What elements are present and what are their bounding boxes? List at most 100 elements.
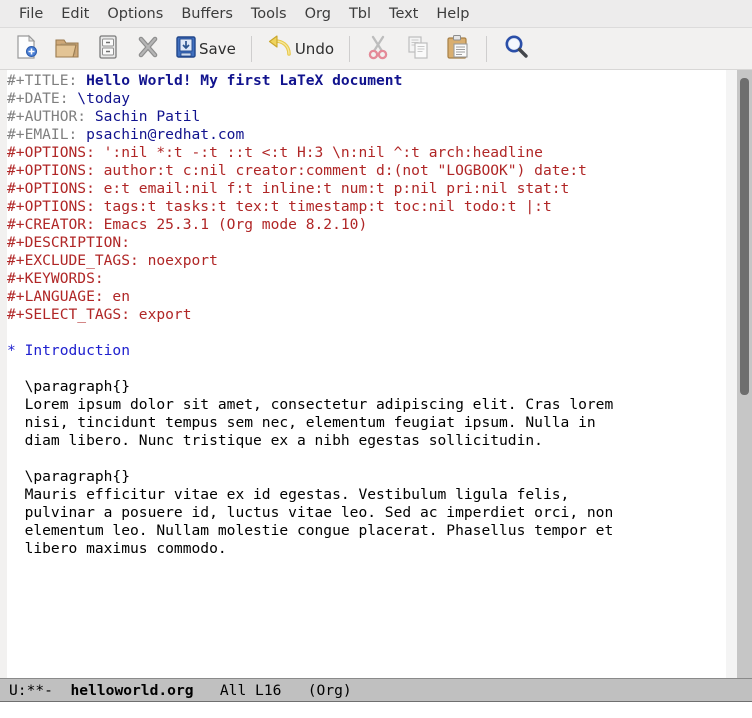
- close-button[interactable]: [128, 30, 168, 68]
- buffer-line: #+SELECT_TAGS: export: [7, 306, 726, 324]
- menu-tools[interactable]: Tools: [242, 4, 296, 24]
- buffer-line: [7, 360, 726, 378]
- undo-button[interactable]: Undo: [260, 30, 341, 68]
- buffer-text-span: diam libero. Nunc tristique ex a nibh eg…: [7, 432, 543, 449]
- menu-text[interactable]: Text: [380, 4, 427, 24]
- buffer-line: libero maximus commodo.: [7, 540, 726, 558]
- mode-line-major-mode[interactable]: (Org): [308, 682, 352, 699]
- buffer-line: #+LANGUAGE: en: [7, 288, 726, 306]
- menu-tbl[interactable]: Tbl: [340, 4, 380, 24]
- menu-help[interactable]: Help: [427, 4, 478, 24]
- text-area[interactable]: #+TITLE: Hello World! My first LaTeX doc…: [0, 70, 752, 678]
- echo-area[interactable]: [0, 702, 752, 718]
- buffer-text[interactable]: #+TITLE: Hello World! My first LaTeX doc…: [7, 70, 726, 678]
- buffer-text-span: nisi, tincidunt tempus sem nec, elementu…: [7, 414, 596, 431]
- buffer-line: #+OPTIONS: author:t c:nil creator:commen…: [7, 162, 726, 180]
- menu-bar: File Edit Options Buffers Tools Org Tbl …: [0, 0, 752, 28]
- buffer-text-span: #+AUTHOR:: [7, 108, 95, 125]
- file-cabinet-icon: [95, 33, 121, 65]
- buffer-text-span: #+OPTIONS: tags:t tasks:t tex:t timestam…: [7, 198, 552, 215]
- buffer-line: #+TITLE: Hello World! My first LaTeX doc…: [7, 72, 726, 90]
- left-fringe: [0, 70, 7, 678]
- mode-line-buffer-name[interactable]: helloworld.org: [71, 682, 194, 699]
- buffer-line: #+EXCLUDE_TAGS: noexport: [7, 252, 726, 270]
- mode-line-gap-1: [53, 682, 71, 699]
- menu-options[interactable]: Options: [98, 4, 172, 24]
- tool-bar: Save Undo: [0, 28, 752, 70]
- buffer-line: #+OPTIONS: ':nil *:t -:t ::t <:t H:3 \n:…: [7, 144, 726, 162]
- buffer-line: \paragraph{}: [7, 378, 726, 396]
- buffer-text-span: #+CREATOR: Emacs 25.3.1 (Org mode 8.2.10…: [7, 216, 367, 233]
- buffer-line: [7, 324, 726, 342]
- new-file-button[interactable]: [6, 30, 46, 68]
- toolbar-separator-1: [251, 36, 252, 62]
- buffer-text-span: Mauris efficitur vitae ex id egestas. Ve…: [7, 486, 569, 503]
- paste-button[interactable]: [438, 30, 478, 68]
- buffer-text-span: #+SELECT_TAGS: export: [7, 306, 192, 323]
- buffer-line: * Introduction: [7, 342, 726, 360]
- close-icon: [135, 33, 161, 65]
- buffer-text-span: \today: [77, 90, 130, 107]
- menu-edit[interactable]: Edit: [52, 4, 98, 24]
- buffer-text-span: #+DATE:: [7, 90, 77, 107]
- cut-scissors-icon: [365, 33, 391, 65]
- save-button-label: Save: [199, 40, 236, 58]
- search-icon: [502, 33, 530, 65]
- menu-file[interactable]: File: [10, 4, 52, 24]
- mode-line: U:**- helloworld.org All L16 (Org): [0, 678, 752, 702]
- undo-icon: [267, 35, 293, 63]
- undo-button-label: Undo: [295, 40, 334, 58]
- toolbar-separator-2: [349, 36, 350, 62]
- buffer-line: #+AUTHOR: Sachin Patil: [7, 108, 726, 126]
- scrollbar-thumb[interactable]: [740, 78, 749, 395]
- open-file-button[interactable]: [46, 30, 88, 68]
- emacs-window: File Edit Options Buffers Tools Org Tbl …: [0, 0, 752, 718]
- buffer-text-span: Hello World! My first LaTeX document: [86, 72, 402, 89]
- mode-line-gap-3: [281, 682, 307, 699]
- buffer-text-span: * Introduction: [7, 342, 130, 359]
- buffer-text-span: psachin@redhat.com: [86, 126, 244, 143]
- buffer-line: Mauris efficitur vitae ex id egestas. Ve…: [7, 486, 726, 504]
- buffer-line: elementum leo. Nullam molestie congue pl…: [7, 522, 726, 540]
- buffer-text-span: #+EMAIL:: [7, 126, 86, 143]
- cut-button[interactable]: [358, 30, 398, 68]
- menu-org[interactable]: Org: [296, 4, 340, 24]
- buffer-text-span: #+TITLE:: [7, 72, 86, 89]
- buffer-text-span: #+DESCRIPTION:: [7, 234, 130, 251]
- search-button[interactable]: [495, 30, 537, 68]
- buffer-line: #+CREATOR: Emacs 25.3.1 (Org mode 8.2.10…: [7, 216, 726, 234]
- buffer-text-span: #+EXCLUDE_TAGS: noexport: [7, 252, 218, 269]
- buffer-text-span: #+OPTIONS: ':nil *:t -:t ::t <:t H:3 \n:…: [7, 144, 543, 161]
- buffer-line: diam libero. Nunc tristique ex a nibh eg…: [7, 432, 726, 450]
- buffer-text-span: #+LANGUAGE: en: [7, 288, 130, 305]
- buffer-text-span: #+KEYWORDS:: [7, 270, 104, 287]
- buffer-text-span: Lorem ipsum dolor sit amet, consectetur …: [7, 396, 613, 413]
- mode-line-status: U:**-: [9, 682, 53, 699]
- buffer-line: pulvinar a posuere id, luctus vitae leo.…: [7, 504, 726, 522]
- new-file-icon: [13, 33, 39, 65]
- buffer-text-span: \paragraph{}: [7, 378, 130, 395]
- buffer-text-span: #+OPTIONS: author:t c:nil creator:commen…: [7, 162, 587, 179]
- buffer-line: \paragraph{}: [7, 468, 726, 486]
- copy-button[interactable]: [398, 30, 438, 68]
- copy-icon: [405, 33, 431, 65]
- right-fringe: [726, 70, 737, 678]
- save-as-button[interactable]: [88, 30, 128, 68]
- save-icon: [175, 35, 197, 63]
- save-button[interactable]: Save: [168, 30, 243, 68]
- menu-buffers[interactable]: Buffers: [172, 4, 242, 24]
- buffer-text-span: #+OPTIONS: e:t email:nil f:t inline:t nu…: [7, 180, 569, 197]
- buffer-text-span: Sachin Patil: [95, 108, 200, 125]
- mode-line-gap-2: [194, 682, 220, 699]
- buffer-line: [7, 450, 726, 468]
- buffer-line: #+OPTIONS: e:t email:nil f:t inline:t nu…: [7, 180, 726, 198]
- paste-clipboard-icon: [445, 33, 471, 65]
- buffer-text-span: pulvinar a posuere id, luctus vitae leo.…: [7, 504, 613, 521]
- buffer-line: Lorem ipsum dolor sit amet, consectetur …: [7, 396, 726, 414]
- mode-line-position: All L16: [220, 682, 282, 699]
- buffer-line: #+DESCRIPTION:: [7, 234, 726, 252]
- buffer-line: #+OPTIONS: tags:t tasks:t tex:t timestam…: [7, 198, 726, 216]
- vertical-scrollbar[interactable]: [737, 70, 752, 678]
- buffer-line: #+DATE: \today: [7, 90, 726, 108]
- open-folder-icon: [53, 33, 81, 65]
